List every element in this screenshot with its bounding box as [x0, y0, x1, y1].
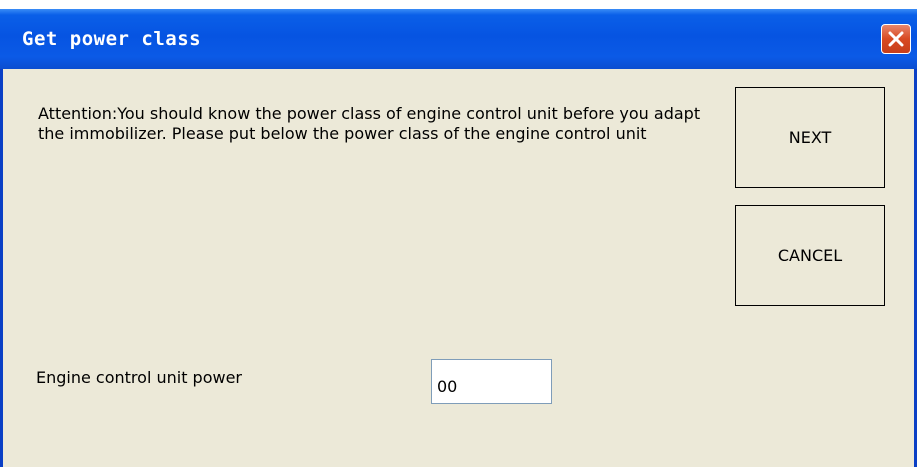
close-icon — [888, 31, 904, 47]
attention-message: Attention:You should know the power clas… — [38, 104, 701, 143]
next-button[interactable]: NEXT — [735, 87, 885, 188]
title-bar[interactable]: Get power class — [0, 9, 917, 69]
close-button[interactable] — [881, 24, 911, 54]
cancel-button[interactable]: CANCEL — [735, 205, 885, 306]
window-title: Get power class — [22, 28, 202, 50]
power-field-label: Engine control unit power — [36, 368, 243, 387]
power-input[interactable] — [431, 359, 552, 404]
